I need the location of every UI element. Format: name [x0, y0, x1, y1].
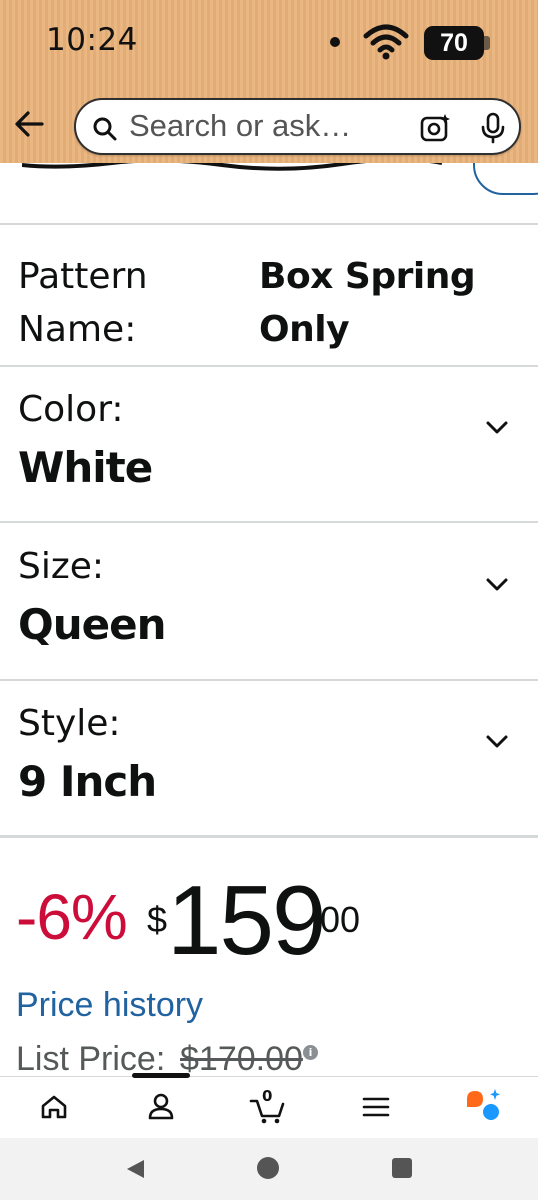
cart-count: 0 [262, 1087, 273, 1105]
style-value: 9 Inch [18, 757, 157, 806]
divider [0, 521, 538, 523]
system-home-icon[interactable] [257, 1157, 279, 1179]
style-label: Style: [18, 703, 121, 744]
price-fraction: 00 [320, 899, 361, 940]
chevron-down-icon [486, 578, 508, 591]
rufus-icon[interactable] [464, 1087, 504, 1127]
search-placeholder: Search or ask… [129, 108, 352, 143]
color-value: White [18, 443, 153, 492]
system-back-icon[interactable] [124, 1158, 146, 1180]
cutoff-text [22, 163, 442, 171]
status-time: 10:24 [46, 22, 138, 58]
info-icon[interactable]: i [303, 1045, 318, 1060]
style-selector[interactable]: Style: 9 Inch [0, 681, 538, 837]
microphone-icon[interactable] [480, 112, 506, 144]
list-price: List Price: $170.00 [16, 1040, 336, 1076]
back-arrow-icon[interactable] [12, 108, 46, 140]
header-bar: 10:24 70 Search or ask… [0, 0, 538, 163]
system-navigation-bar [0, 1138, 538, 1200]
bottom-navigation [0, 1073, 538, 1138]
size-value: Queen [18, 600, 166, 649]
active-tab-indicator [132, 1073, 190, 1078]
wifi-icon [363, 24, 409, 60]
pattern-name-label: Pattern Name: [18, 256, 148, 350]
size-selector[interactable]: Size: Queen [0, 524, 538, 680]
color-label: Color: [18, 389, 124, 430]
price-whole: 159 [167, 865, 327, 975]
system-recents-icon[interactable] [392, 1158, 412, 1178]
section-divider [0, 835, 538, 838]
color-selector[interactable]: Color: White [0, 367, 538, 523]
divider [0, 223, 538, 225]
home-icon[interactable] [34, 1087, 74, 1127]
chevron-down-icon [486, 735, 508, 748]
price-currency: $ [147, 899, 168, 940]
menu-icon[interactable] [356, 1087, 396, 1127]
size-label: Size: [18, 546, 105, 587]
list-price-value: $170.00 [180, 1040, 303, 1076]
battery-level: 70 [440, 29, 468, 57]
scrolled-content [0, 163, 538, 225]
account-icon[interactable] [141, 1087, 181, 1127]
price-history-link[interactable]: Price history [16, 986, 203, 1025]
pattern-name-value: Box Spring Only [259, 256, 476, 350]
list-price-label: List Price: [16, 1040, 166, 1076]
search-icon [93, 117, 117, 141]
camera-lens-icon[interactable] [420, 113, 450, 143]
discount-percent: -6% [16, 881, 128, 953]
battery-icon: 70 [424, 26, 490, 60]
chevron-down-icon [486, 421, 508, 434]
search-input[interactable]: Search or ask… [74, 98, 521, 155]
notification-dot-icon [330, 37, 340, 47]
cutoff-button[interactable] [473, 163, 538, 195]
